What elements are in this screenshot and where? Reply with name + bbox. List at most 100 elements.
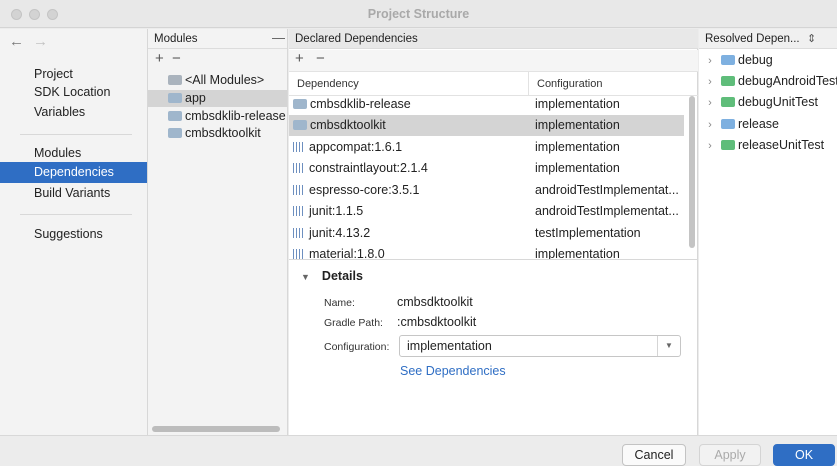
variant-folder-icon	[721, 97, 735, 107]
library-icon	[293, 142, 305, 152]
collapse-triangle-icon[interactable]: ▼	[301, 272, 310, 282]
forward-arrow-icon[interactable]: →	[33, 33, 48, 50]
resolved-item-label: debugUnitTest	[738, 95, 818, 109]
column-header-dependency[interactable]: Dependency	[289, 72, 529, 96]
add-module-button[interactable]: +	[155, 50, 164, 67]
expand-chevron-icon[interactable]: ›	[699, 115, 721, 134]
dropdown-arrow-icon[interactable]: ▼	[665, 341, 673, 350]
expand-chevron-icon[interactable]: ›	[699, 136, 721, 155]
dependency-name: espresso-core:3.5.1	[309, 183, 420, 197]
module-item-cmbsdklib-release[interactable]: cmbsdklib-release	[148, 108, 287, 125]
see-dependencies-link[interactable]: See Dependencies	[400, 364, 506, 378]
library-icon	[293, 228, 305, 238]
nav-divider	[20, 214, 132, 215]
resolved-item-label: debugAndroidTest	[738, 74, 837, 88]
resolved-item-label: releaseUnitTest	[738, 138, 825, 152]
declared-dependencies-header: Declared Dependencies	[289, 29, 698, 49]
resolved-item-label: debug	[738, 53, 773, 67]
details-title: Details	[321, 269, 363, 283]
module-item-all-modules[interactable]: <All Modules>	[148, 72, 287, 89]
resolved-item-debug-android-test[interactable]: › debugAndroidTest	[699, 71, 837, 91]
module-folder-icon	[293, 99, 307, 109]
dependency-row[interactable]: junit:4.13.2 testImplementation	[289, 223, 684, 244]
nav-item-variables[interactable]: Variables	[0, 102, 147, 123]
nav-item-suggestions[interactable]: Suggestions	[0, 224, 147, 245]
module-item-app[interactable]: app	[148, 90, 287, 107]
module-folder-icon	[168, 93, 182, 103]
nav-divider	[20, 134, 132, 135]
all-modules-folder-icon	[168, 75, 182, 85]
apply-button[interactable]: Apply	[699, 444, 761, 466]
dependency-row[interactable]: espresso-core:3.5.1 androidTestImplement…	[289, 180, 684, 201]
nav-item-sdk-location[interactable]: SDK Location	[0, 82, 147, 103]
module-label: app	[185, 91, 206, 105]
add-dependency-button[interactable]: +	[295, 50, 304, 67]
dependency-name: junit:1.1.5	[309, 204, 364, 218]
dependency-row[interactable]: constraintlayout:2.1.4 implementation	[289, 158, 684, 179]
vertical-scrollbar[interactable]	[689, 96, 695, 248]
resolved-item-release[interactable]: › release	[699, 114, 837, 134]
gradle-path-label: Gradle Path:	[324, 317, 383, 329]
remove-module-button[interactable]: −	[172, 50, 181, 67]
variant-folder-icon	[721, 55, 735, 65]
resolved-item-debug-unit-test[interactable]: › debugUnitTest	[699, 92, 837, 112]
remove-dependency-button[interactable]: −	[316, 50, 325, 67]
details-divider	[289, 259, 698, 260]
dependencies-toolbar: + −	[289, 50, 698, 72]
nav-item-modules[interactable]: Modules	[0, 143, 147, 164]
gradle-path-value: :cmbsdktoolkit	[397, 315, 477, 329]
dependency-config: implementation	[535, 247, 620, 259]
configuration-dropdown[interactable]: implementation ▼	[399, 335, 681, 357]
nav-item-dependencies[interactable]: Dependencies	[0, 162, 147, 183]
dependency-row[interactable]: appcompat:1.6.1 implementation	[289, 137, 684, 158]
dependency-name: material:1.8.0	[309, 247, 385, 259]
declared-dependencies-pane: Declared Dependencies + − Dependency Con…	[289, 29, 698, 435]
back-arrow-icon[interactable]: ←	[9, 33, 24, 50]
resolved-item-release-unit-test[interactable]: › releaseUnitTest	[699, 135, 837, 155]
dependency-config: androidTestImplementat...	[535, 204, 679, 218]
dependency-name: cmbsdklib-release	[310, 97, 411, 111]
name-value: cmbsdktoolkit	[397, 295, 473, 309]
configuration-selected-value: implementation	[407, 339, 492, 353]
module-label: cmbsdktoolkit	[185, 126, 261, 140]
expand-chevron-icon[interactable]: ›	[699, 72, 721, 91]
module-folder-icon	[293, 120, 307, 130]
cancel-button[interactable]: Cancel	[622, 444, 686, 466]
dependency-row[interactable]: material:1.8.0 implementation	[289, 244, 684, 259]
expand-chevron-icon[interactable]: ›	[699, 51, 721, 70]
library-icon	[293, 185, 305, 195]
column-header-configuration[interactable]: Configuration	[529, 72, 698, 96]
expand-chevron-icon[interactable]: ›	[699, 93, 721, 112]
left-navigation: ← → Project SDK Location Variables Module…	[0, 29, 148, 435]
window-title: Project Structure	[367, 7, 470, 21]
nav-item-build-variants[interactable]: Build Variants	[0, 183, 147, 204]
resolved-dependencies-pane: Resolved Depen... ⇕ › debug › debugAndroid…	[699, 29, 837, 435]
title-bar: Project Structure	[0, 0, 837, 28]
dropdown-separator	[657, 336, 658, 356]
module-label: cmbsdklib-release	[185, 109, 286, 123]
modules-pane: Modules — + − <All Modules> app cmbsdkli…	[148, 29, 288, 435]
resolved-item-debug[interactable]: › debug	[699, 50, 837, 70]
module-folder-icon	[168, 111, 182, 121]
module-folder-icon	[168, 128, 182, 138]
resolved-dependencies-header: Resolved Depen... ⇕	[699, 29, 837, 49]
dependency-row[interactable]: junit:1.1.5 androidTestImplementat...	[289, 201, 684, 222]
library-icon	[293, 206, 305, 216]
dependency-config: implementation	[535, 140, 620, 154]
resolved-item-label: release	[738, 117, 779, 131]
ok-button[interactable]: OK	[773, 444, 835, 466]
dependency-name: constraintlayout:2.1.4	[309, 161, 428, 175]
collapse-pane-icon[interactable]: —	[272, 30, 285, 45]
horizontal-scrollbar[interactable]	[152, 426, 280, 432]
resolved-dependencies-title: Resolved Depen...	[705, 33, 800, 45]
dependency-row[interactable]: cmbsdklib-release implementation	[289, 94, 684, 115]
dependency-name: cmbsdktoolkit	[310, 118, 386, 132]
dependency-config: testImplementation	[535, 226, 641, 240]
details-section-header[interactable]: ▼ Details	[301, 269, 363, 283]
collapse-all-icon[interactable]: ⇕	[807, 29, 816, 49]
dependency-row-selected[interactable]: cmbsdktoolkit implementation	[289, 115, 684, 136]
name-label: Name:	[324, 297, 355, 309]
module-item-cmbsdktoolkit[interactable]: cmbsdktoolkit	[148, 125, 287, 142]
library-icon	[293, 249, 305, 259]
variant-folder-icon	[721, 140, 735, 150]
